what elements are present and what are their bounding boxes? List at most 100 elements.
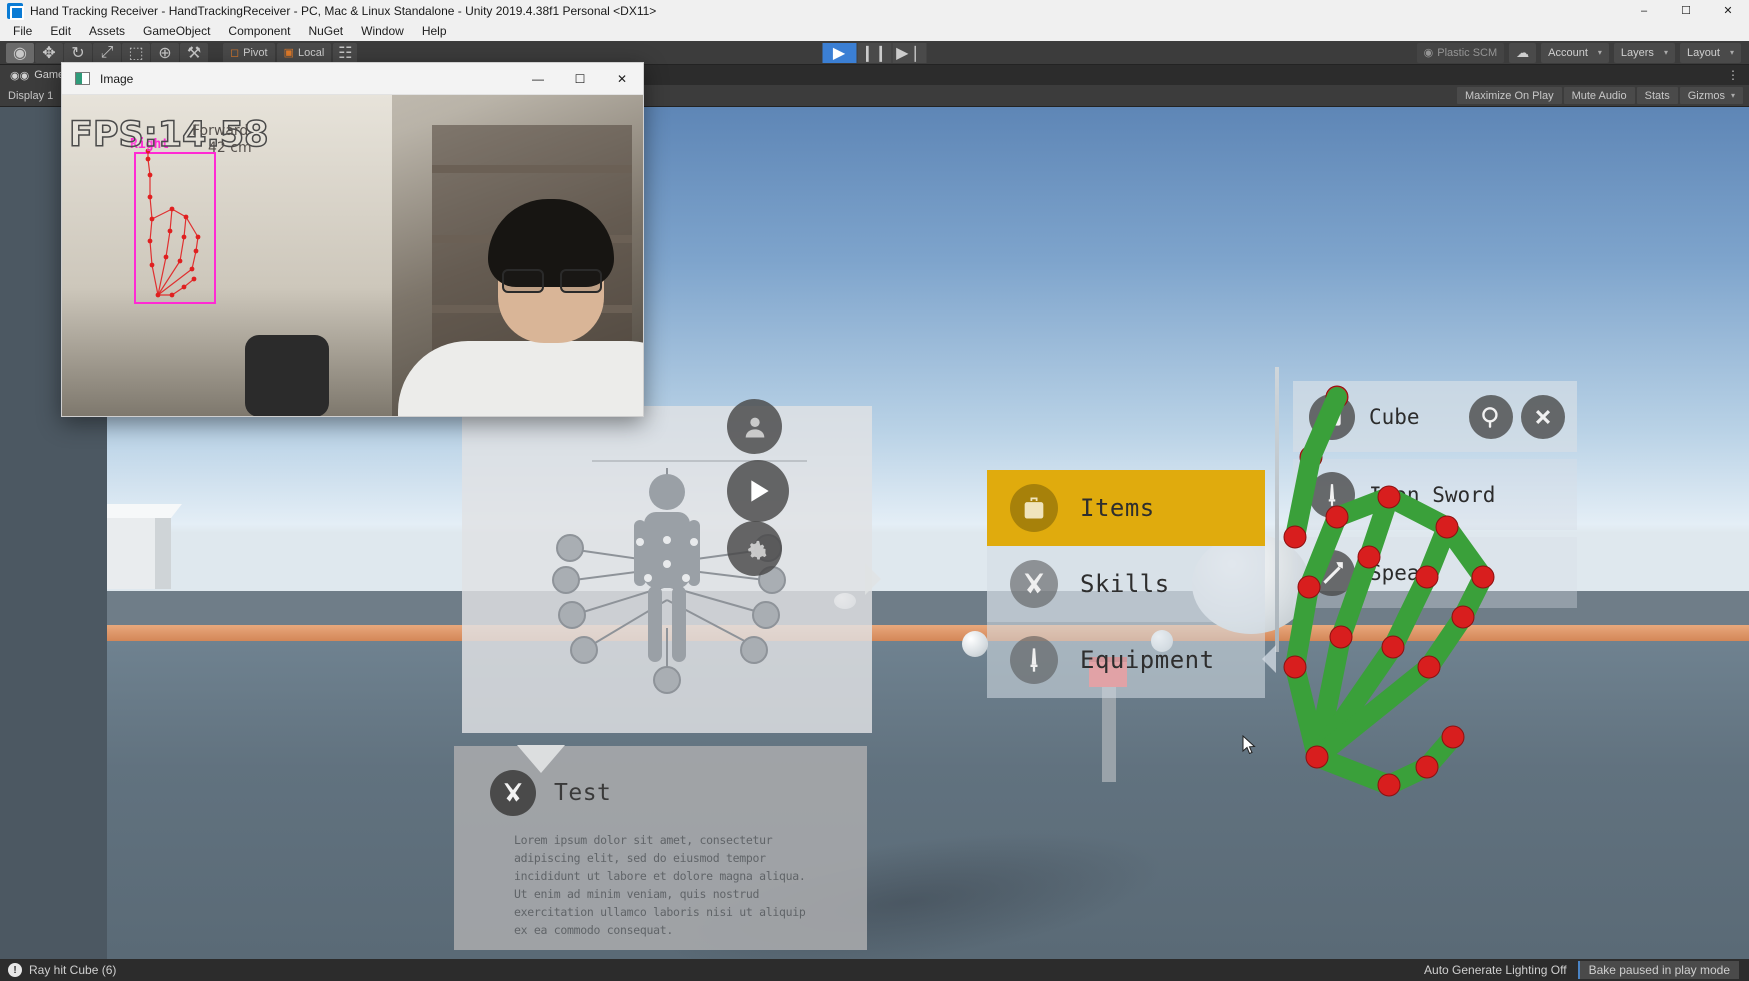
menu-item-assets[interactable]: Assets — [80, 22, 134, 40]
status-bar: ! Ray hit Cube (6) Auto Generate Lightin… — [0, 959, 1749, 981]
play-button[interactable]: ▶ — [822, 42, 856, 63]
description-header: Test — [454, 746, 867, 816]
hand-skeleton-overlay — [1283, 385, 1495, 797]
chevron-down-icon: ▾ — [1663, 48, 1668, 57]
main-menu-panel: Items Skills Equipment — [987, 470, 1265, 698]
webcam-microphone — [245, 335, 329, 416]
webcam-shirt — [398, 341, 643, 416]
image-preview-icon — [75, 72, 90, 85]
crossed-swords-icon-wrap — [1010, 560, 1058, 608]
layout-label: Layout — [1686, 46, 1720, 59]
image-minimize-button[interactable]: — — [517, 63, 559, 95]
menu-item-skills[interactable]: Skills — [987, 546, 1265, 622]
window-title: Hand Tracking Receiver - HandTrackingRec… — [30, 3, 657, 18]
webcam-hand-landmarks — [145, 148, 201, 298]
local-label: Local — [298, 46, 325, 59]
play-button[interactable] — [727, 460, 789, 522]
layers-dropdown[interactable]: Layers ▾ — [1613, 42, 1675, 63]
person-icon — [745, 417, 764, 437]
custom-tool-icon[interactable]: ⚒ — [180, 42, 208, 63]
pause-button[interactable]: ❙❙ — [857, 42, 891, 63]
menu-item-skills-label: Skills — [1080, 570, 1170, 598]
tab-game-label: Game — [34, 69, 65, 81]
unity-editor-window: Hand Tracking Receiver - HandTrackingRec… — [0, 0, 1749, 981]
pivot-toggle[interactable]: ◻ Pivot — [223, 42, 275, 63]
layout-dropdown[interactable]: Layout ▾ — [1679, 42, 1741, 63]
mute-audio-toggle[interactable]: Mute Audio — [1563, 87, 1635, 104]
panel-divider — [592, 460, 807, 462]
maximize-on-play-toggle[interactable]: Maximize On Play — [1456, 87, 1562, 104]
image-maximize-button[interactable]: ☐ — [559, 63, 601, 95]
close-button[interactable]: ✕ — [1707, 0, 1749, 21]
status-bar-right: Auto Generate Lighting Off Bake paused i… — [1415, 961, 1749, 979]
character-stats-panel[interactable] — [462, 406, 872, 733]
menu-item-equipment-label: Equipment — [1080, 646, 1215, 674]
account-dropdown[interactable]: Account ▾ — [1541, 42, 1609, 63]
game-toolbar-right: Maximize On Play Mute Audio Stats Gizmos… — [1455, 87, 1749, 104]
minimize-button[interactable]: – — [1623, 0, 1665, 21]
window-titlebar: Hand Tracking Receiver - HandTrackingRec… — [0, 0, 1749, 21]
status-message[interactable]: Ray hit Cube (6) — [29, 963, 116, 977]
menu-item-help[interactable]: Help — [413, 22, 456, 40]
menu-item-component[interactable]: Component — [219, 22, 299, 40]
plastic-scm-icon: ◉ — [1423, 47, 1434, 59]
layers-label: Layers — [1620, 46, 1654, 59]
image-window-title: Image — [100, 71, 134, 86]
warning-icon: ! — [8, 963, 22, 977]
move-tool-icon[interactable]: ✥ — [35, 42, 63, 63]
menu-item-edit[interactable]: Edit — [41, 22, 80, 40]
chevron-down-icon: ▾ — [1729, 48, 1734, 57]
character-button[interactable] — [727, 399, 782, 454]
webcam-feed: Right FPS:14.58 Forward 42 cm — [62, 95, 643, 416]
rotate-tool-icon[interactable]: ↻ — [64, 42, 92, 63]
hand-tool-icon[interactable]: ◉ — [6, 42, 34, 63]
menu-item-items[interactable]: Items — [987, 470, 1265, 546]
window-controls: – ☐ ✕ — [1623, 0, 1749, 21]
sword-icon-wrap — [1010, 636, 1058, 684]
menu-item-nuget[interactable]: NuGet — [299, 22, 352, 40]
gear-icon — [747, 540, 766, 559]
unity-icon — [7, 2, 24, 20]
cube-icon: ▣ — [283, 47, 295, 59]
gizmos-dropdown[interactable]: Gizmos ▾ — [1679, 87, 1743, 104]
step-button[interactable]: ▶❘ — [892, 42, 926, 63]
sword-icon — [1030, 648, 1038, 672]
grid-snap-icon[interactable]: ☷ — [333, 42, 358, 63]
distance-label: 42 cm — [208, 140, 252, 156]
mannequin-diagram — [552, 468, 786, 694]
scale-tool-icon[interactable]: ⤢ — [93, 42, 121, 63]
settings-button[interactable] — [727, 521, 782, 576]
description-title: Test — [554, 780, 612, 806]
crossed-swords-icon — [1024, 573, 1044, 594]
pivot-label: Pivot — [243, 46, 268, 59]
menu-item-window[interactable]: Window — [352, 22, 413, 40]
playback-controls: ▶ ❙❙ ▶❘ — [822, 42, 927, 63]
image-preview-window[interactable]: Image — ☐ ✕ Right FPS:14.58 Forward 42 c… — [61, 62, 644, 417]
plastic-scm-button[interactable]: ◉ Plastic SCM — [1416, 42, 1505, 63]
panel-pointer-left — [865, 563, 881, 595]
description-panel[interactable]: Test Lorem ipsum dolor sit amet, consect… — [454, 745, 867, 950]
panel-menu-kebab-icon[interactable]: ⋮ — [1727, 68, 1749, 82]
webcam-glasses — [502, 269, 602, 293]
panel-pointer-right — [1262, 645, 1276, 673]
image-close-button[interactable]: ✕ — [601, 63, 643, 95]
menu-bar: File Edit Assets GameObject Component Nu… — [0, 21, 1749, 41]
gizmos-label: Gizmos — [1687, 89, 1725, 102]
auto-generate-lighting-status[interactable]: Auto Generate Lighting Off — [1415, 961, 1576, 979]
display-dropdown[interactable]: Display 1 — [0, 87, 61, 104]
stats-toggle[interactable]: Stats — [1636, 87, 1678, 104]
menu-item-equipment[interactable]: Equipment — [987, 622, 1265, 698]
image-window-titlebar: Image — ☐ ✕ — [62, 63, 643, 95]
maximize-button[interactable]: ☐ — [1665, 0, 1707, 21]
menu-item-file[interactable]: File — [4, 22, 41, 40]
toolbar-right-group: ◉ Plastic SCM ☁ Account ▾ Layers ▾ Layou… — [1416, 42, 1749, 63]
cloud-button[interactable]: ☁ — [1509, 42, 1537, 63]
rect-tool-icon[interactable]: ⬚ — [122, 42, 150, 63]
bake-status[interactable]: Bake paused in play mode — [1577, 961, 1739, 979]
transform-tool-icon[interactable]: ⊕ — [151, 42, 179, 63]
mouse-cursor — [1242, 735, 1256, 755]
menu-item-gameobject[interactable]: GameObject — [134, 22, 219, 40]
description-body: Lorem ipsum dolor sit amet, consectetur … — [514, 833, 806, 937]
chevron-down-icon: ▾ — [1597, 48, 1602, 57]
local-toggle[interactable]: ▣ Local — [276, 42, 332, 63]
